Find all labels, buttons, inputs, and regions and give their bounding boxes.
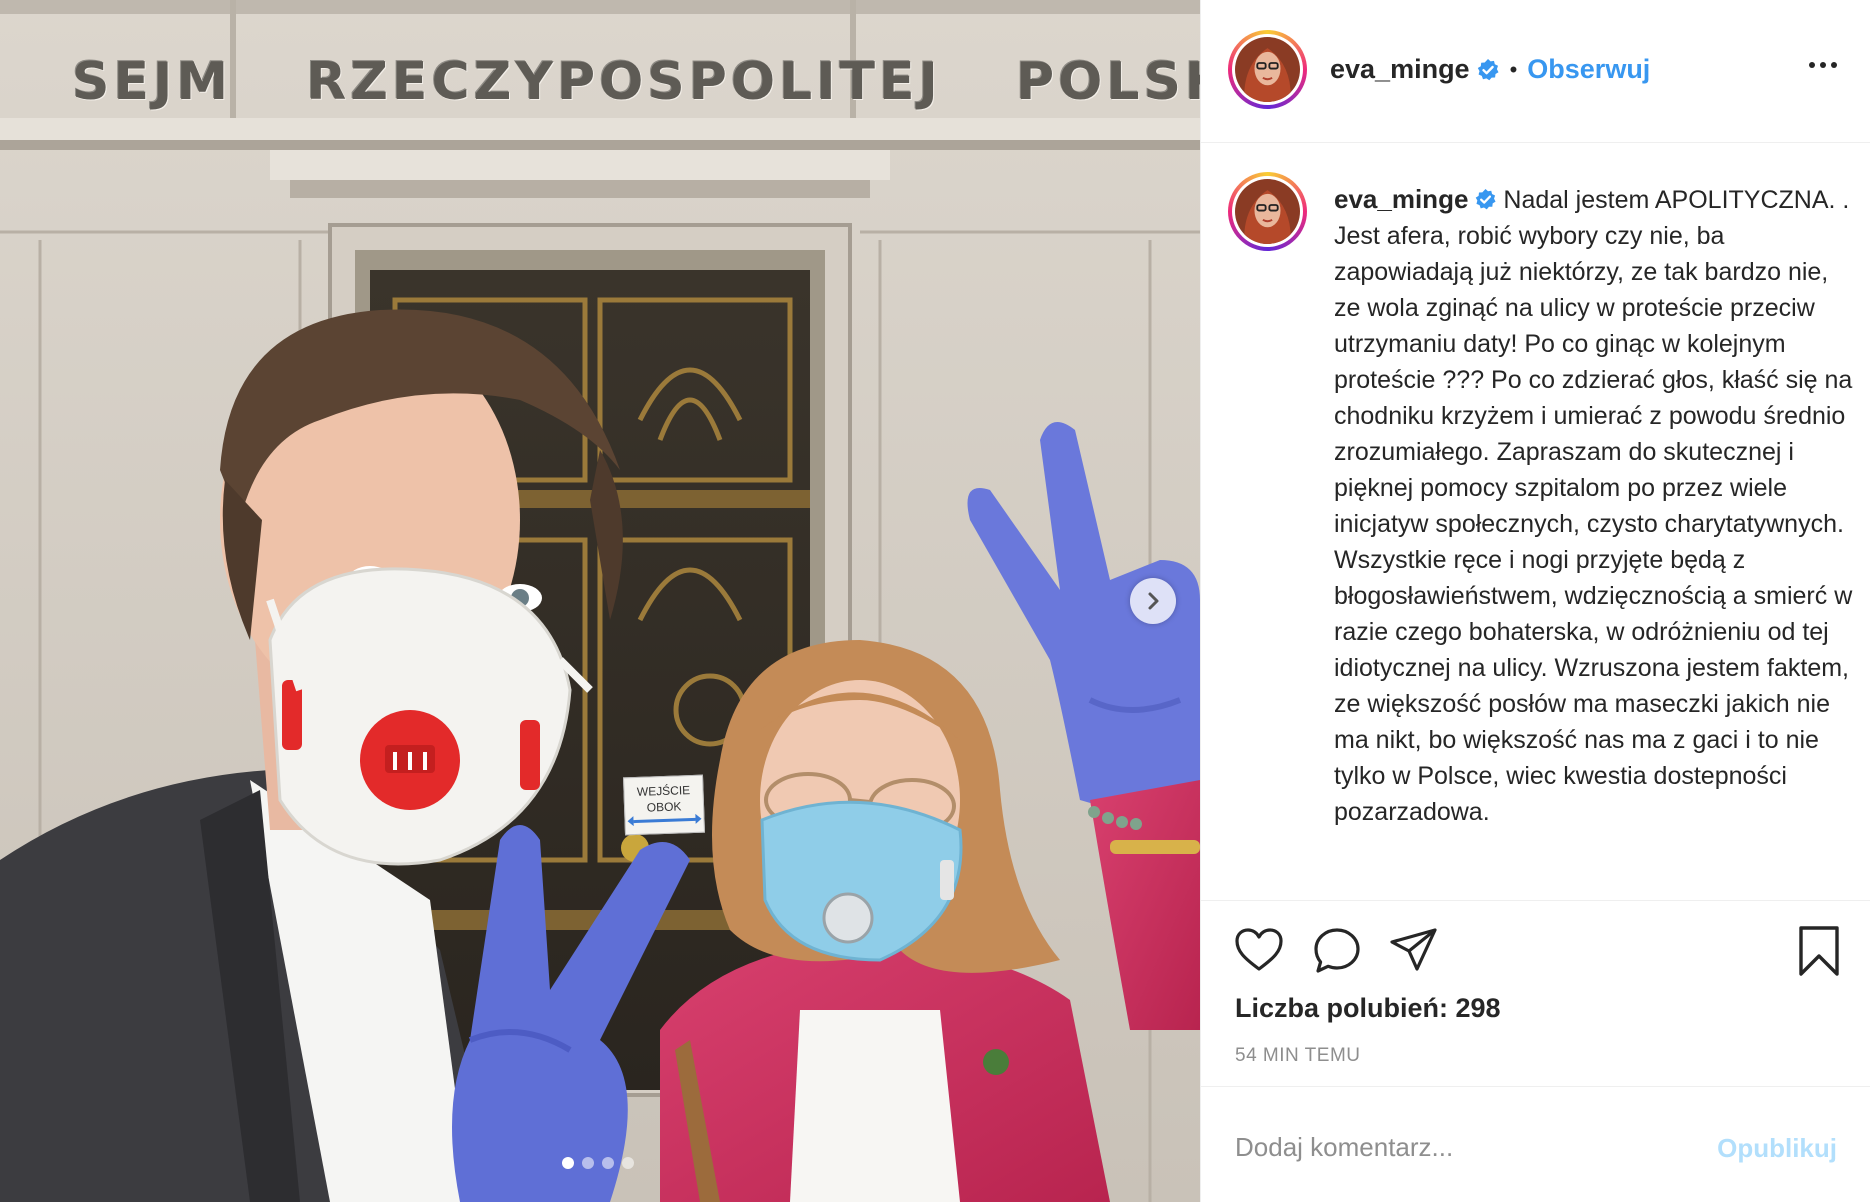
door-sign-line: OBOK <box>646 799 682 815</box>
verified-badge-icon <box>1476 188 1496 210</box>
comment-icon[interactable] <box>1312 926 1362 976</box>
facade-word: SEJM <box>72 52 233 112</box>
carousel-dot-active <box>562 1157 574 1169</box>
photo-scene <box>0 0 1200 1202</box>
carousel-next-button[interactable] <box>1130 578 1176 624</box>
post-photo[interactable]: SEJM RZECZYPOSPOLITEJ POLSKIEJ WEJŚCIE O… <box>0 0 1200 1202</box>
post-actions: Liczba polubień: 298 54 MIN TEMU <box>1201 900 1870 1086</box>
publish-button[interactable]: Opublikuj <box>1717 1133 1837 1164</box>
caption-section: eva_minge Nadal jestem APOLITYCZNA. . Je… <box>1201 144 1870 900</box>
carousel-indicator <box>562 1157 634 1169</box>
facade-word: POLSKIEJ <box>1016 52 1200 112</box>
more-options-icon[interactable] <box>1809 62 1837 68</box>
username-link[interactable]: eva_minge <box>1330 54 1470 85</box>
caption-avatar[interactable] <box>1228 172 1307 251</box>
header-user-line: eva_minge • Obserwuj <box>1330 54 1650 85</box>
chevron-right-icon <box>1148 592 1159 610</box>
separator-dot: • <box>1509 56 1518 82</box>
follow-button[interactable]: Obserwuj <box>1527 54 1650 85</box>
door-sign: WEJŚCIE OBOK <box>623 774 705 836</box>
post-details-panel: eva_minge • Obserwuj eva_minge Nadal jes… <box>1200 0 1870 1202</box>
post-timestamp: 54 MIN TEMU <box>1235 1045 1361 1066</box>
double-arrow-icon <box>633 817 696 824</box>
avatar[interactable] <box>1228 30 1307 109</box>
comment-input[interactable] <box>1235 1127 1685 1167</box>
post-caption: eva_minge Nadal jestem APOLITYCZNA. . Je… <box>1334 181 1854 830</box>
carousel-dot <box>602 1157 614 1169</box>
facade-word: RZECZYPOSPOLITEJ <box>306 52 942 112</box>
likes-count[interactable]: Liczba polubień: 298 <box>1235 993 1501 1024</box>
caption-text: Nadal jestem APOLITYCZNA. . Jest afera, … <box>1334 186 1853 826</box>
carousel-dot <box>582 1157 594 1169</box>
heart-icon[interactable] <box>1234 927 1284 973</box>
carousel-dot <box>622 1157 634 1169</box>
avatar-image <box>1235 179 1300 244</box>
post-header: eva_minge • Obserwuj <box>1201 0 1870 143</box>
share-icon[interactable] <box>1389 927 1439 973</box>
facade-inscription: SEJM RZECZYPOSPOLITEJ POLSKIEJ <box>72 52 1200 112</box>
avatar-image <box>1235 37 1300 102</box>
verified-badge-icon <box>1477 58 1499 80</box>
caption-username-link[interactable]: eva_minge <box>1334 184 1468 214</box>
comment-box: Opublikuj <box>1201 1086 1870 1202</box>
bookmark-icon[interactable] <box>1797 925 1841 977</box>
